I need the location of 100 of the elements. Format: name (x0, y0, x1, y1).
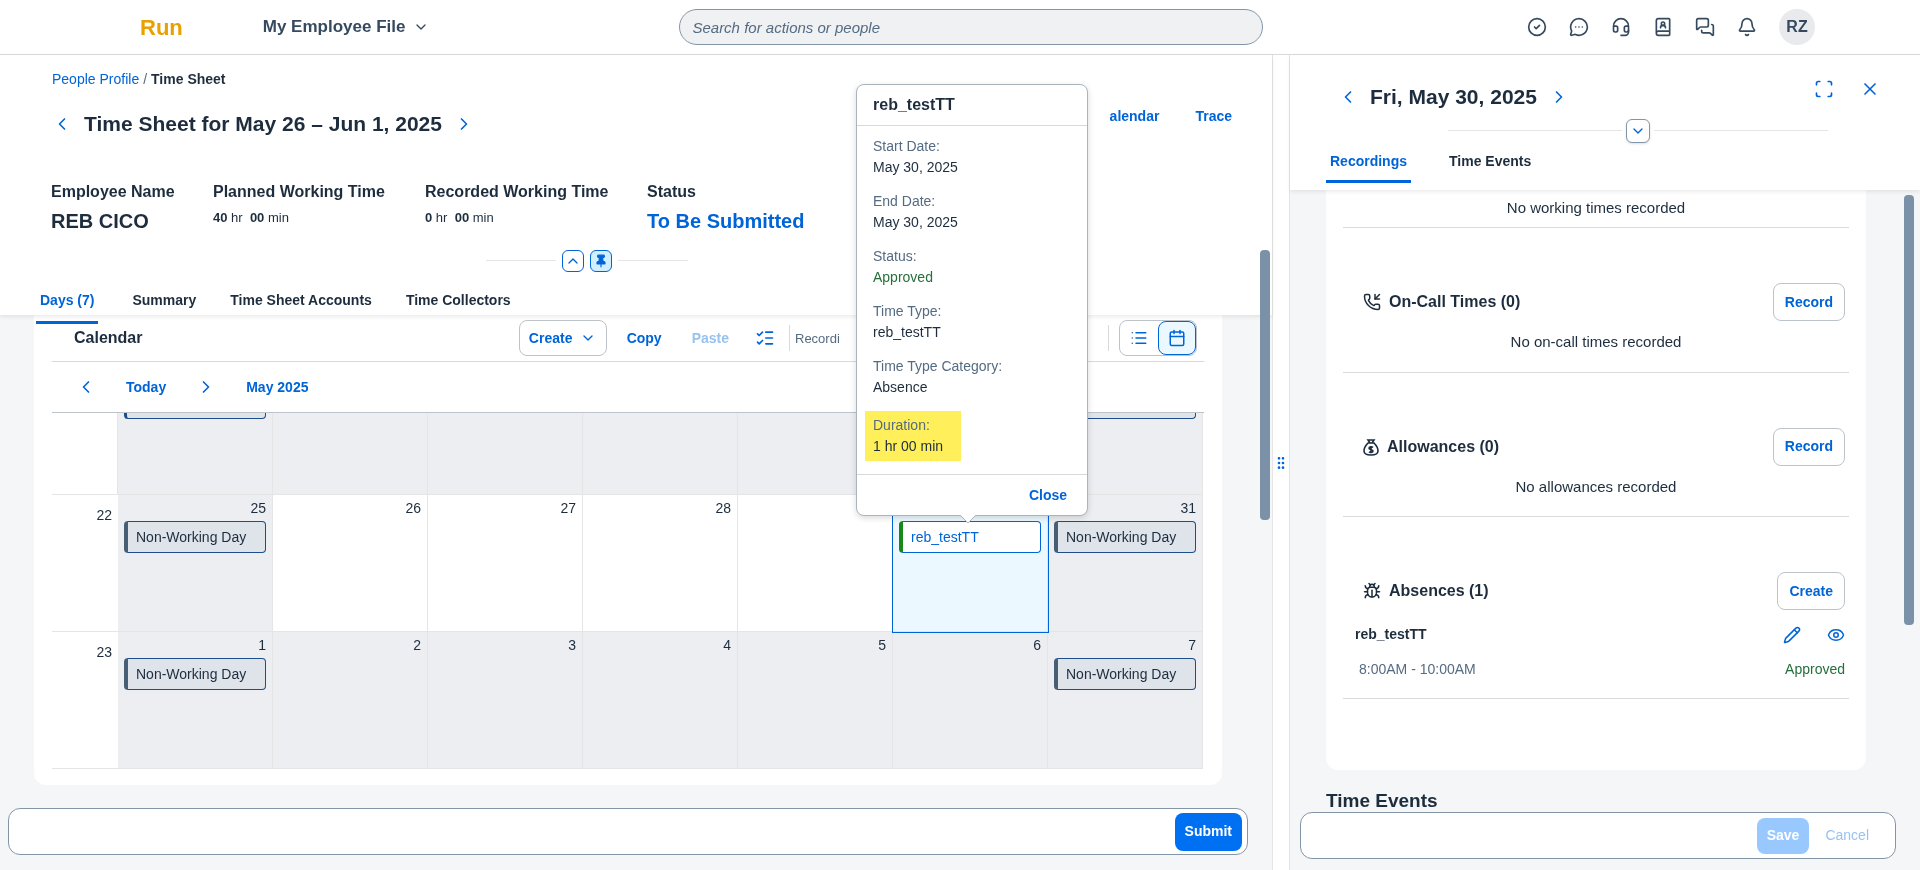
calendar-event[interactable]: Non-Working Day (124, 521, 266, 553)
field-label: Employee Name (51, 181, 176, 202)
popover-field: Status: Approved (873, 246, 933, 288)
search-field[interactable]: Search for actions or people (679, 9, 1264, 45)
section-button[interactable]: Create (1777, 572, 1845, 610)
tab[interactable]: Time Sheet Accounts (230, 289, 372, 324)
collapse-button[interactable] (562, 249, 584, 272)
day-number: 2 (413, 635, 421, 655)
headset-icon[interactable] (1611, 17, 1631, 37)
absence-status: Approved (1785, 660, 1845, 679)
day-number: 1 (258, 635, 266, 655)
day-cell[interactable] (117, 413, 273, 495)
popover-field: Duration: 1 hr 00 min (865, 411, 962, 461)
calendar-view-button[interactable] (1158, 321, 1196, 355)
empty-message: No allowances recorded (1514, 476, 1678, 497)
day-cell[interactable]: 27 (428, 495, 583, 632)
detail-title: Fri, May 30, 2025 (1370, 84, 1537, 110)
day-cell[interactable]: 5 (738, 632, 893, 769)
copy-button[interactable]: Copy (622, 327, 666, 349)
day-cell[interactable]: 3 (428, 632, 583, 769)
day-cell[interactable] (272, 413, 428, 495)
pin-button[interactable] (590, 249, 612, 272)
section-heading: Time Events (1326, 789, 1438, 813)
tab[interactable]: Recordings (1326, 150, 1411, 183)
tab[interactable]: Time Collectors (405, 289, 511, 324)
empty-message: No on-call times recorded (1509, 332, 1683, 352)
day-cell[interactable] (582, 413, 738, 495)
check-circle-icon[interactable] (1527, 17, 1547, 37)
chat-icon[interactable] (1569, 17, 1589, 37)
page-title: Time Sheet for May 26 – Jun 1, 2025 (84, 111, 442, 137)
expand-header-button[interactable] (1626, 118, 1650, 143)
today-button[interactable]: Today (126, 376, 167, 398)
edit-icon[interactable] (1783, 625, 1801, 644)
section-title: Allowances (0) (1387, 436, 1500, 457)
day-cell[interactable]: 4 (583, 632, 738, 769)
week-number: 23 (96, 644, 112, 660)
header-link[interactable]: alendar (1109, 106, 1160, 128)
tab[interactable]: Time Events (1445, 150, 1536, 183)
scrollbar[interactable] (1260, 250, 1270, 520)
day-cell[interactable]: 26 (273, 495, 428, 632)
breadcrumb-link[interactable]: People Profile (52, 69, 140, 90)
field-value: REB CICO (51, 208, 150, 234)
day-number: 6 (1033, 635, 1041, 655)
day-cell[interactable]: 1 Non-Working Day (118, 632, 273, 769)
day-number: 28 (715, 498, 731, 518)
phone-icon (1363, 293, 1381, 311)
calendar-title: Calendar (74, 328, 143, 348)
expand-icon[interactable] (1814, 78, 1834, 99)
list-icon (1130, 329, 1148, 347)
month-button[interactable]: May 2025 (246, 376, 309, 398)
messages-icon[interactable] (1695, 17, 1715, 37)
day-number: 3 (568, 635, 576, 655)
day-cell[interactable]: 28 (583, 495, 738, 632)
empty-message: No working times recorded (1506, 198, 1686, 219)
popover-field: Time Type: reb_testTT (873, 301, 942, 343)
submit-button[interactable]: Submit (1174, 812, 1242, 851)
popover-field: Start Date: May 30, 2025 (873, 136, 958, 178)
popover-field: End Date: May 30, 2025 (873, 191, 958, 233)
bell-icon[interactable] (1737, 17, 1757, 37)
section-button[interactable]: Record (1772, 283, 1845, 321)
duration-value: 0 hr 00 min (425, 208, 495, 227)
checklist-icon[interactable] (755, 328, 775, 348)
field-label: Planned Working Time (213, 181, 386, 202)
day-number: 5 (878, 635, 886, 655)
week-number: 22 (96, 507, 112, 523)
scrollbar[interactable] (1904, 195, 1914, 625)
user-avatar[interactable]: RZ (1779, 9, 1815, 45)
money-bag-icon (1363, 437, 1379, 456)
create-button[interactable]: Create (518, 320, 607, 356)
day-cell[interactable] (427, 413, 583, 495)
day-number: 26 (405, 498, 421, 518)
breadcrumb-current: Time Sheet (151, 70, 226, 89)
absence-name: reb_testTT (1355, 625, 1427, 644)
day-number: 25 (250, 498, 266, 518)
section-title: On-Call Times (0) (1389, 292, 1521, 312)
header-link[interactable]: Trace (1195, 106, 1232, 128)
calendar-event[interactable]: Non-Working Day (124, 658, 266, 690)
event-bar[interactable] (124, 413, 266, 419)
tab[interactable]: Summary (132, 289, 197, 324)
popover-field: Time Type Category: Absence (873, 356, 1003, 398)
section-button[interactable]: Record (1772, 427, 1845, 466)
status-value: To Be Submitted (647, 208, 806, 234)
popover-title: reb_testTT (873, 95, 955, 115)
calendar-event[interactable]: Non-Working Day (1054, 521, 1196, 553)
bug-icon (1363, 582, 1381, 600)
day-cell[interactable]: 7 Non-Working Day (1048, 632, 1203, 769)
day-cell[interactable]: 6 (893, 632, 1048, 769)
pin-icon (594, 253, 608, 268)
section-title: Absences (1) (1389, 581, 1489, 601)
field-label: Status (647, 181, 697, 202)
calendar-event[interactable]: Non-Working Day (1054, 658, 1196, 690)
menu-button[interactable]: My Employee File (262, 14, 430, 40)
book-icon[interactable] (1653, 17, 1673, 37)
absence-time: 8:00AM - 10:00AM (1359, 660, 1476, 679)
calendar-icon (1168, 329, 1186, 347)
day-cell[interactable]: 2 (273, 632, 428, 769)
day-number: 7 (1188, 635, 1196, 655)
day-cell[interactable]: 25 Non-Working Day (118, 495, 273, 632)
field-label: Recorded Working Time (425, 181, 610, 202)
recording-label: Recordi (795, 331, 840, 346)
